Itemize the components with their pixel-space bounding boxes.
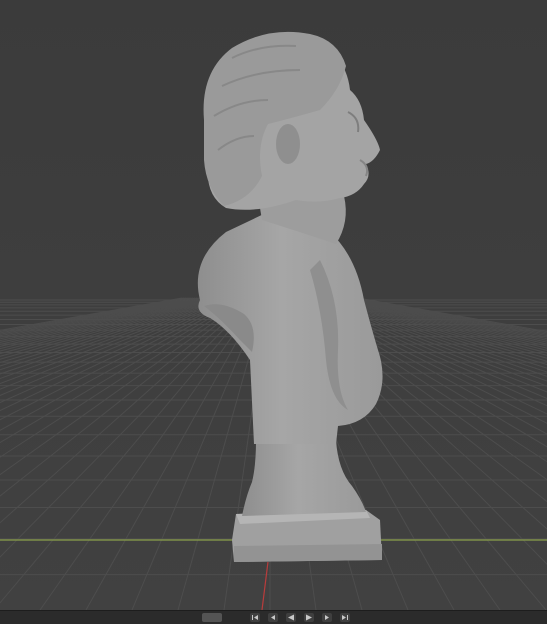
jump-end-button[interactable] xyxy=(340,613,350,622)
timeline-bar[interactable] xyxy=(0,610,547,624)
bust-ear xyxy=(276,124,300,164)
viewport-canvas[interactable] xyxy=(0,0,547,610)
play-reverse-icon xyxy=(288,614,294,621)
current-frame-field[interactable] xyxy=(202,613,222,622)
step-forward-button[interactable] xyxy=(322,613,332,622)
jump-start-icon xyxy=(252,615,258,620)
jump-start-button[interactable] xyxy=(250,613,260,622)
play-reverse-button[interactable] xyxy=(286,613,296,622)
play-button[interactable] xyxy=(304,613,314,622)
step-forward-icon xyxy=(325,615,329,620)
step-back-icon xyxy=(271,615,275,620)
step-back-button[interactable] xyxy=(268,613,278,622)
jump-end-icon xyxy=(342,615,348,620)
play-icon xyxy=(306,614,312,621)
3d-viewport[interactable] xyxy=(0,0,547,610)
